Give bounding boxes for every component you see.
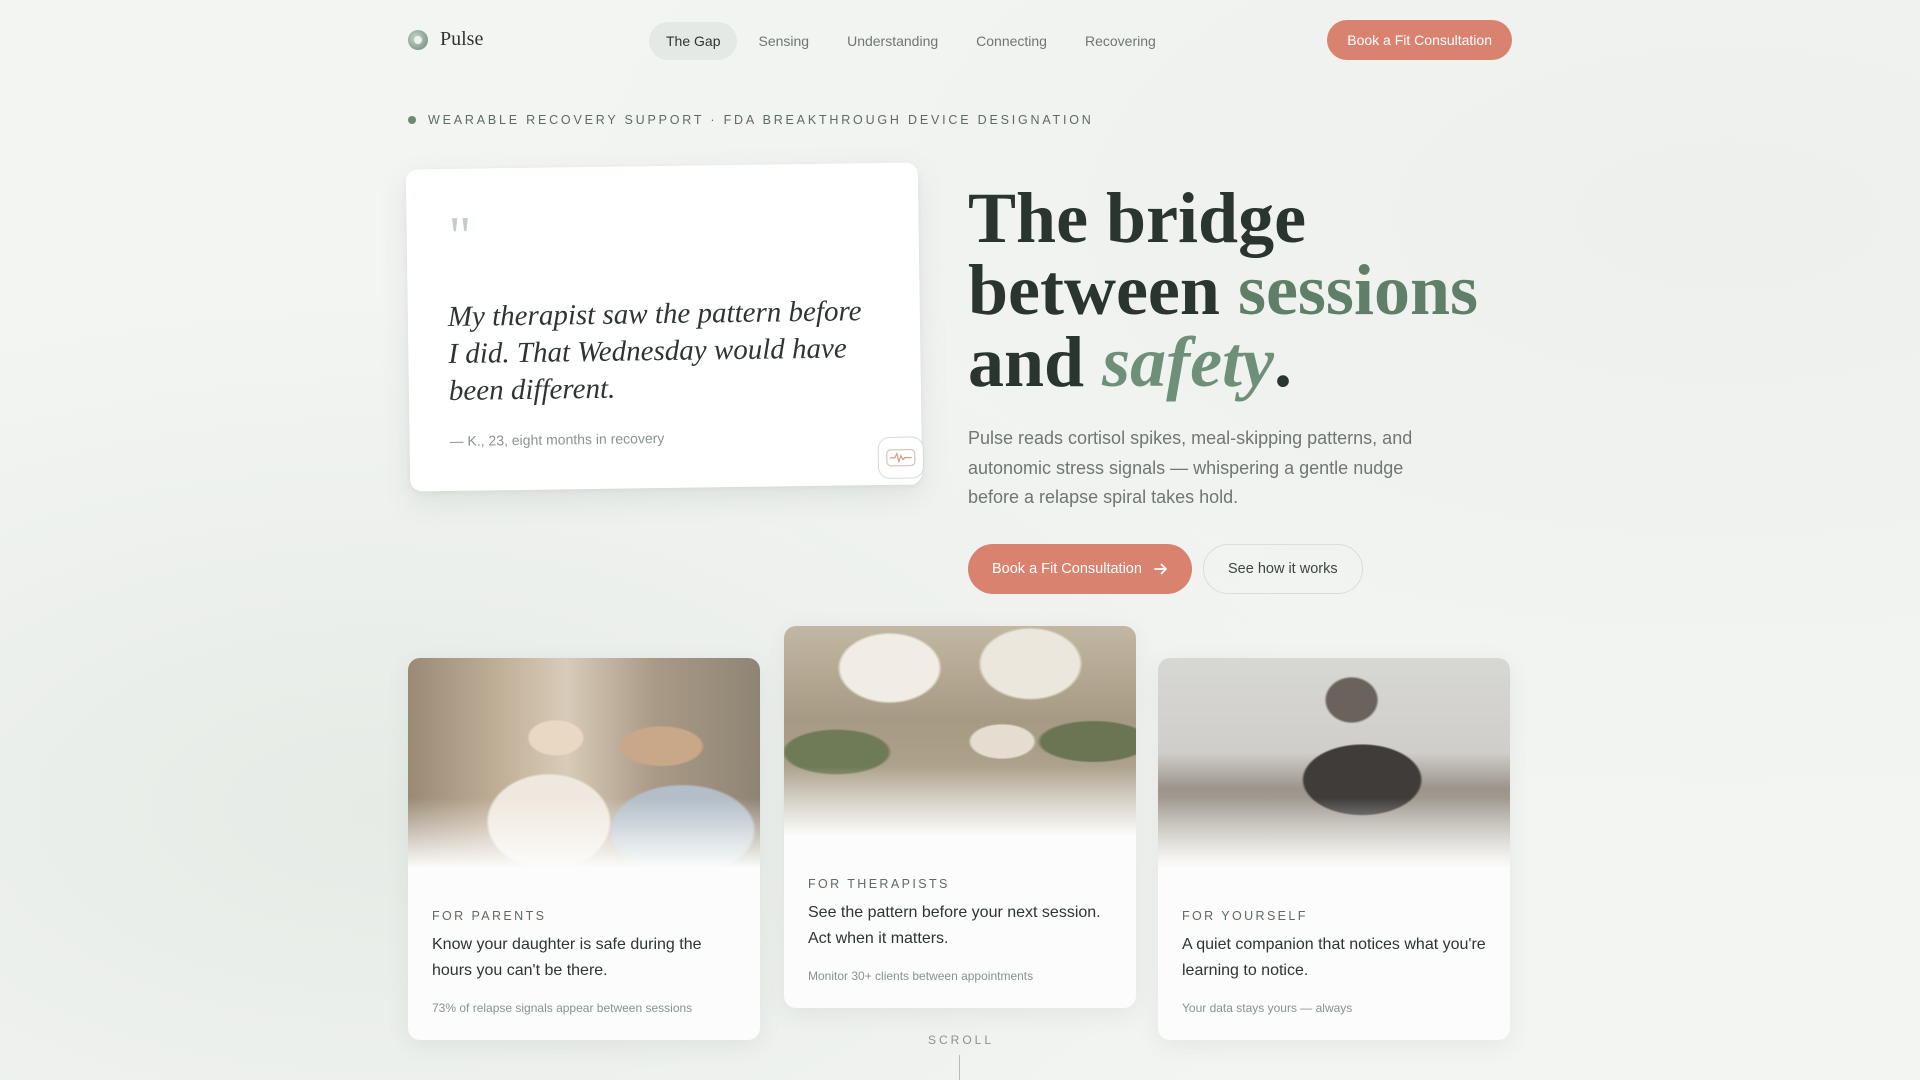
parents-photo — [408, 658, 760, 868]
eyebrow: WEARABLE RECOVERY SUPPORT · FDA BREAKTHR… — [408, 113, 1094, 127]
nav-item-connecting[interactable]: Connecting — [959, 22, 1064, 60]
testimonial-quote: My therapist saw the pattern before I di… — [447, 295, 862, 408]
audience-card-parents[interactable]: FOR PARENTS Know your daughter is safe d… — [408, 658, 760, 1040]
eyebrow-text: WEARABLE RECOVERY SUPPORT · FDA BREAKTHR… — [428, 113, 1094, 127]
card-body: Know your daughter is safe during the ho… — [432, 936, 702, 979]
leaf-logo-icon — [408, 29, 428, 50]
hero-headline: The bridge between sessions and safety. — [968, 182, 1508, 398]
audience-card-yourself[interactable]: FOR YOURSELF A quiet companion that noti… — [1158, 658, 1510, 1040]
scroll-indicator-label[interactable]: SCROLL — [928, 1033, 992, 1047]
headline-period: . — [1274, 322, 1293, 402]
audience-card-therapists[interactable]: FOR THERAPISTS See the pattern before yo… — [784, 626, 1136, 1008]
headline-line-3-plain: and — [968, 322, 1085, 402]
nav-links: The Gap Sensing Understanding Connecting… — [649, 22, 1173, 60]
nav-item-recovering[interactable]: Recovering — [1068, 22, 1173, 60]
headline-accent-sessions: sessions — [1237, 250, 1479, 330]
hero-book-consultation-label: Book a Fit Consultation — [992, 561, 1142, 577]
nav-item-sensing[interactable]: Sensing — [741, 22, 826, 60]
landing-page: Pulse The Gap Sensing Understanding Conn… — [0, 0, 1920, 1080]
card-body: A quiet companion that notices what you'… — [1182, 936, 1486, 979]
heartbeat-wave-icon — [877, 436, 925, 480]
card-stat: 73% of relapse signals appear between se… — [432, 1001, 693, 1015]
card-stat: Your data stays yours — always — [1182, 1001, 1353, 1015]
card-tag: FOR YOURSELF — [1182, 909, 1308, 923]
headline-accent-safety: safety — [1102, 322, 1275, 402]
nav-book-consultation-button[interactable]: Book a Fit Consultation — [1327, 20, 1512, 60]
nav-item-the-gap[interactable]: The Gap — [649, 22, 738, 60]
scroll-indicator-line — [959, 1055, 960, 1080]
see-how-it-works-button[interactable]: See how it works — [1203, 544, 1363, 594]
arrow-right-icon — [1154, 563, 1167, 575]
headline-line-1: The bridge — [968, 178, 1307, 258]
testimonial-card: " My therapist saw the pattern before I … — [405, 162, 925, 492]
testimonial-attribution: — K., 23, eight months in recovery — [449, 430, 665, 450]
brand-logo[interactable]: Pulse — [408, 28, 483, 51]
card-tag: FOR PARENTS — [432, 909, 547, 923]
status-dot-icon — [408, 116, 416, 124]
card-tag: FOR THERAPISTS — [808, 877, 950, 891]
headline-line-2-plain: between — [968, 250, 1220, 330]
hero-book-consultation-button[interactable]: Book a Fit Consultation — [968, 544, 1192, 594]
brand-name: Pulse — [440, 28, 484, 50]
top-nav: Pulse The Gap Sensing Understanding Conn… — [408, 20, 1512, 60]
card-stat: Monitor 30+ clients between appointments — [808, 969, 1034, 983]
quote-mark-icon: " — [448, 205, 473, 268]
hero-lede: Pulse reads cortisol spikes, meal-skippi… — [968, 428, 1413, 507]
therapists-photo — [784, 626, 1136, 836]
nav-item-understanding[interactable]: Understanding — [830, 22, 955, 60]
card-body: See the pattern before your next session… — [808, 904, 1101, 947]
yourself-photo — [1158, 658, 1510, 868]
